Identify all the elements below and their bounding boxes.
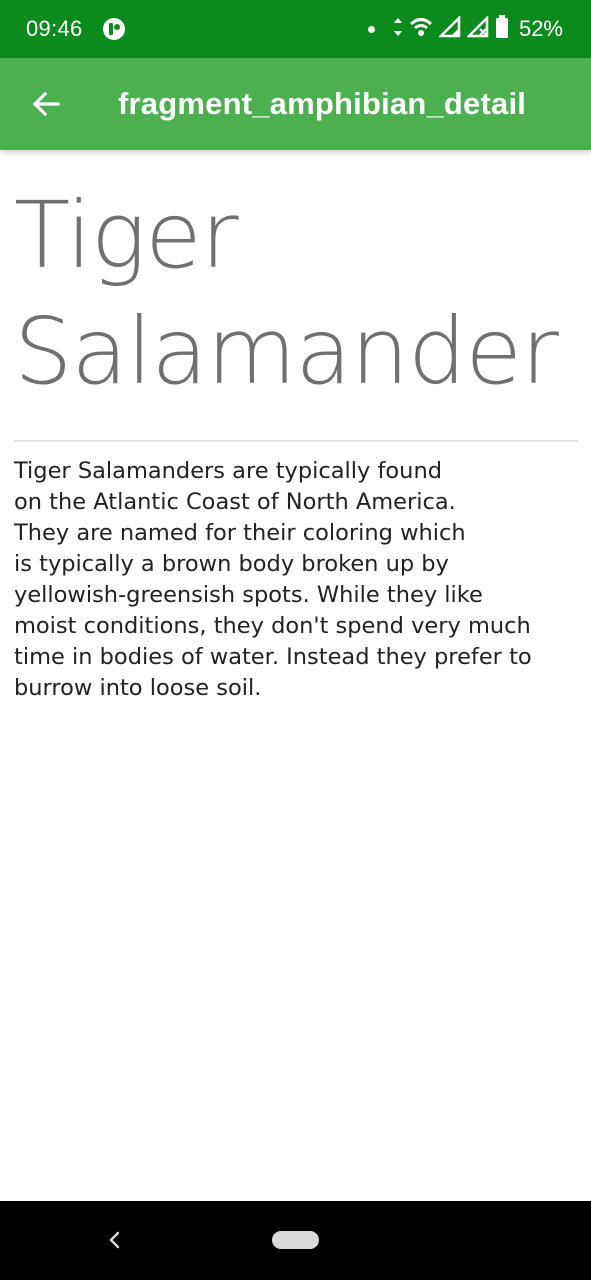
detail-content: Tiger Salamander Tiger Salamanders are t… — [14, 150, 578, 704]
app-notification-icon — [102, 17, 126, 41]
back-button[interactable] — [22, 80, 70, 128]
battery-icon — [495, 14, 509, 44]
amphibian-name: Tiger Salamander — [14, 182, 559, 405]
wifi-icon — [409, 16, 433, 43]
amphibian-description: Tiger Salamanders are typically found on… — [14, 458, 532, 701]
battery-percent: 52% — [518, 16, 563, 41]
divider — [14, 440, 578, 442]
arrow-left-icon — [32, 91, 60, 117]
status-time: 09:46 — [26, 16, 83, 41]
chevron-left-icon — [109, 1231, 120, 1249]
data-arrows-icon — [393, 16, 403, 43]
navigation-bar — [0, 1201, 591, 1280]
dot-icon — [367, 25, 375, 33]
signal-icon — [437, 14, 461, 43]
app-bar-title: fragment_amphibian_detail — [118, 86, 527, 121]
nav-back-button[interactable] — [100, 1225, 130, 1255]
home-pill-icon[interactable] — [272, 1231, 319, 1249]
status-bar: 09:46 52% — [0, 0, 591, 58]
signal-no-service-icon — [465, 14, 489, 43]
app-bar: fragment_amphibian_detail — [0, 58, 591, 150]
status-icons: 52% — [367, 14, 563, 44]
